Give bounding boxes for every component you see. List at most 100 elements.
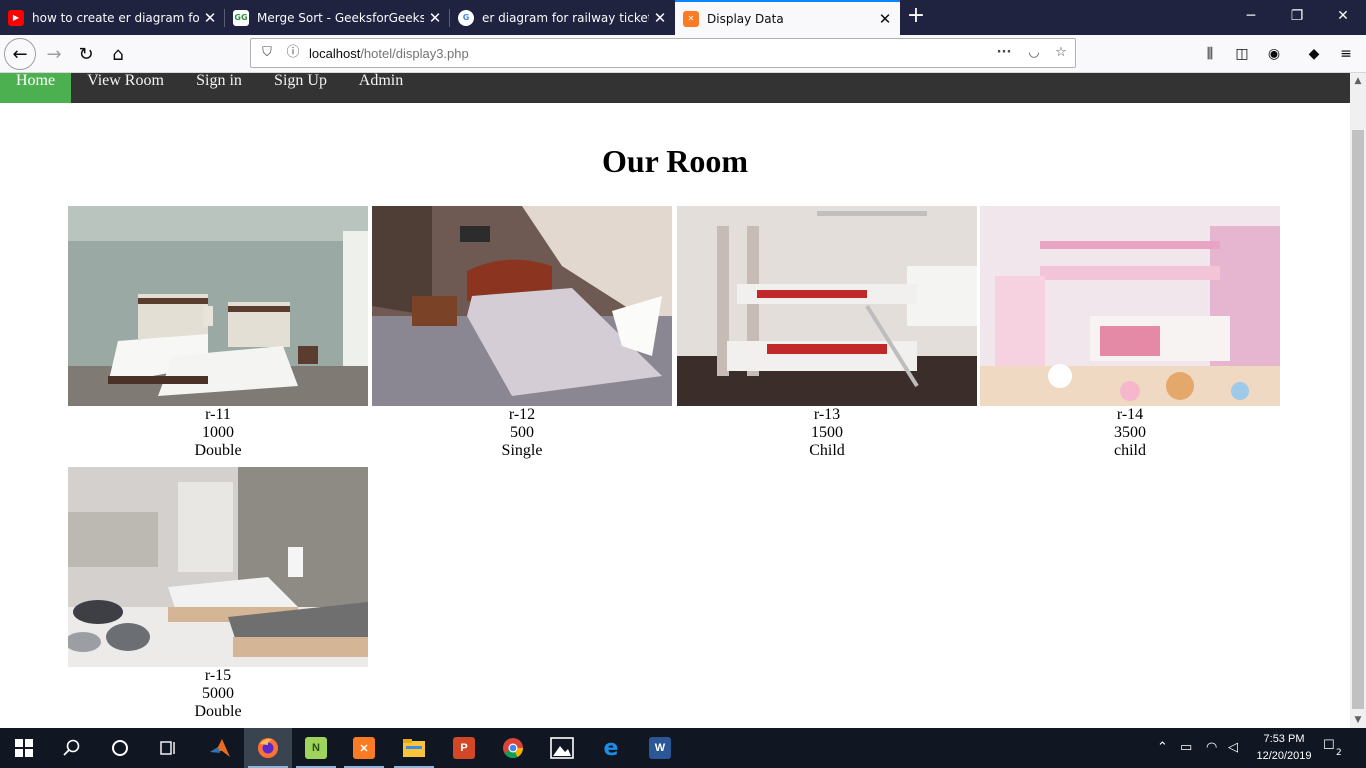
nav-link-admin[interactable]: Admin: [343, 73, 419, 103]
nav-link-sign-up[interactable]: Sign Up: [258, 73, 343, 103]
room-image: [372, 206, 672, 406]
clock-date: 12/20/2019: [1256, 750, 1312, 762]
room-id: r-15: [204, 667, 232, 684]
page-scrollbar[interactable]: ▲ ▼: [1350, 73, 1366, 728]
cortana-icon[interactable]: [96, 728, 144, 768]
battery-icon[interactable]: ▭: [1180, 740, 1192, 755]
room-card: r-13 1500 Child: [677, 206, 977, 460]
close-tab-icon[interactable]: ✕: [874, 10, 896, 28]
forward-icon[interactable]: →: [38, 38, 70, 70]
room-image: [980, 206, 1280, 406]
room-id: r-12: [508, 406, 536, 423]
account-icon[interactable]: ◉: [1265, 45, 1283, 63]
browser-tab-geeksforgeeks[interactable]: GG Merge Sort - GeeksforGeeks ✕: [225, 0, 450, 35]
room-type: Double: [194, 703, 242, 720]
new-tab-icon[interactable]: +: [904, 5, 928, 29]
browser-tab-strip: ▶ how to create er diagram for tra ✕ GG …: [0, 0, 1366, 35]
room-card: r-14 3500 child: [980, 206, 1280, 460]
room-image: [68, 467, 368, 667]
xampp-icon[interactable]: ✕: [340, 728, 388, 768]
page-viewport: Home View Room Sign in Sign Up Admin Our…: [0, 73, 1350, 728]
task-view-icon[interactable]: [144, 728, 192, 768]
firefox-icon[interactable]: [244, 728, 292, 768]
room-card: r-12 500 Single: [372, 206, 672, 460]
url-text[interactable]: localhost/hotel/display3.php: [309, 46, 469, 61]
room-id: r-11: [205, 406, 231, 423]
show-hidden-icons-icon[interactable]: ⌃: [1157, 740, 1168, 755]
room-price: 1000: [202, 424, 234, 441]
nav-link-view-room[interactable]: View Room: [71, 73, 180, 103]
wifi-icon[interactable]: ◠: [1206, 740, 1217, 755]
windows-start-icon[interactable]: [0, 728, 48, 768]
tab-title: Display Data: [707, 11, 784, 26]
shield-icon[interactable]: ⛉: [259, 45, 275, 61]
reload-icon[interactable]: ↻: [70, 38, 102, 70]
library-icon[interactable]: ⫼: [1201, 45, 1219, 63]
google-icon: G: [458, 9, 474, 26]
pocket-icon[interactable]: ◡: [1026, 45, 1042, 61]
room-type: child: [1114, 442, 1146, 459]
clock-time: 7:53 PM: [1263, 733, 1305, 745]
restore-icon[interactable]: ❐: [1274, 0, 1320, 35]
file-explorer-icon[interactable]: [390, 728, 438, 768]
browser-navigation-bar: ← → ↻ ⌂ ⛉ ⓘ localhost/hotel/display3.php…: [0, 35, 1366, 73]
single-bed-room-photo: [372, 206, 672, 406]
room-image: [677, 206, 977, 406]
notepad-plus-plus-icon[interactable]: N: [292, 728, 340, 768]
page-title: Our Room: [601, 143, 749, 179]
back-icon[interactable]: ←: [4, 38, 36, 70]
word-icon[interactable]: W: [636, 728, 684, 768]
close-tab-icon[interactable]: ✕: [424, 9, 446, 27]
close-window-icon[interactable]: ✕: [1320, 0, 1366, 35]
scroll-down-icon[interactable]: ▼: [1350, 712, 1366, 728]
room-image: [68, 206, 368, 406]
url-path: /hotel/display3.php: [360, 46, 469, 61]
address-bar[interactable]: ⛉ ⓘ localhost/hotel/display3.php ··· ◡ ☆: [250, 38, 1076, 68]
url-host: localhost: [309, 46, 361, 61]
powerpoint-icon[interactable]: P: [440, 728, 488, 768]
chrome-icon[interactable]: [489, 728, 537, 768]
menu-icon[interactable]: ≡: [1337, 45, 1355, 63]
sidebar-icon[interactable]: ◫: [1233, 45, 1251, 63]
scroll-up-icon[interactable]: ▲: [1350, 73, 1366, 89]
browser-tab-google[interactable]: G er diagram for railway ticket bo ✕: [450, 0, 675, 35]
home-icon[interactable]: ⌂: [102, 38, 134, 70]
browser-tab-display-data[interactable]: ✕ Display Data ✕: [675, 0, 900, 35]
youtube-icon: ▶: [8, 9, 24, 26]
room-price: 1500: [811, 424, 843, 441]
edge-icon[interactable]: e: [587, 728, 635, 768]
bookmark-star-icon[interactable]: ☆: [1053, 45, 1069, 61]
tab-title: Merge Sort - GeeksforGeeks: [257, 10, 424, 25]
room-id: r-14: [1116, 406, 1144, 423]
nav-link-home[interactable]: Home: [0, 73, 71, 103]
windows-taskbar: N ✕ P e W ⌃ ▭ ◠ ◁ 7:53 PM 12/20/2019 ☐ 2: [0, 728, 1366, 768]
room-type: Child: [809, 442, 845, 459]
notification-count: 2: [1336, 748, 1342, 758]
extensions-icon[interactable]: ◆: [1305, 45, 1323, 63]
site-navigation: Home View Room Sign in Sign Up Admin: [0, 73, 1350, 103]
photos-icon[interactable]: [538, 728, 586, 768]
twin-bed-room-photo: [68, 206, 368, 406]
volume-icon[interactable]: ◁: [1228, 740, 1238, 755]
page-actions-icon[interactable]: ···: [996, 45, 1012, 61]
room-card: r-11 1000 Double: [68, 206, 368, 460]
close-tab-icon[interactable]: ✕: [649, 9, 671, 27]
info-icon[interactable]: ⓘ: [285, 45, 301, 61]
xampp-icon: ✕: [683, 10, 699, 27]
room-type: Double: [194, 442, 242, 459]
close-tab-icon[interactable]: ✕: [199, 9, 221, 27]
search-icon[interactable]: [48, 728, 96, 768]
tab-title: how to create er diagram for tra: [32, 10, 199, 25]
scrollbar-thumb[interactable]: [1352, 130, 1364, 709]
minimize-icon[interactable]: ─: [1228, 0, 1274, 35]
browser-tab-youtube[interactable]: ▶ how to create er diagram for tra ✕: [0, 0, 225, 35]
rustic-twin-room-photo: [68, 467, 368, 667]
system-clock[interactable]: 7:53 PM 12/20/2019: [1252, 731, 1316, 765]
nav-link-sign-in[interactable]: Sign in: [180, 73, 258, 103]
room-type: Single: [501, 442, 543, 459]
notification-icon[interactable]: ☐: [1323, 738, 1335, 753]
matlab-icon[interactable]: [196, 728, 244, 768]
room-price: 3500: [1114, 424, 1146, 441]
room-price: 500: [510, 424, 534, 441]
room-price: 5000: [202, 685, 234, 702]
